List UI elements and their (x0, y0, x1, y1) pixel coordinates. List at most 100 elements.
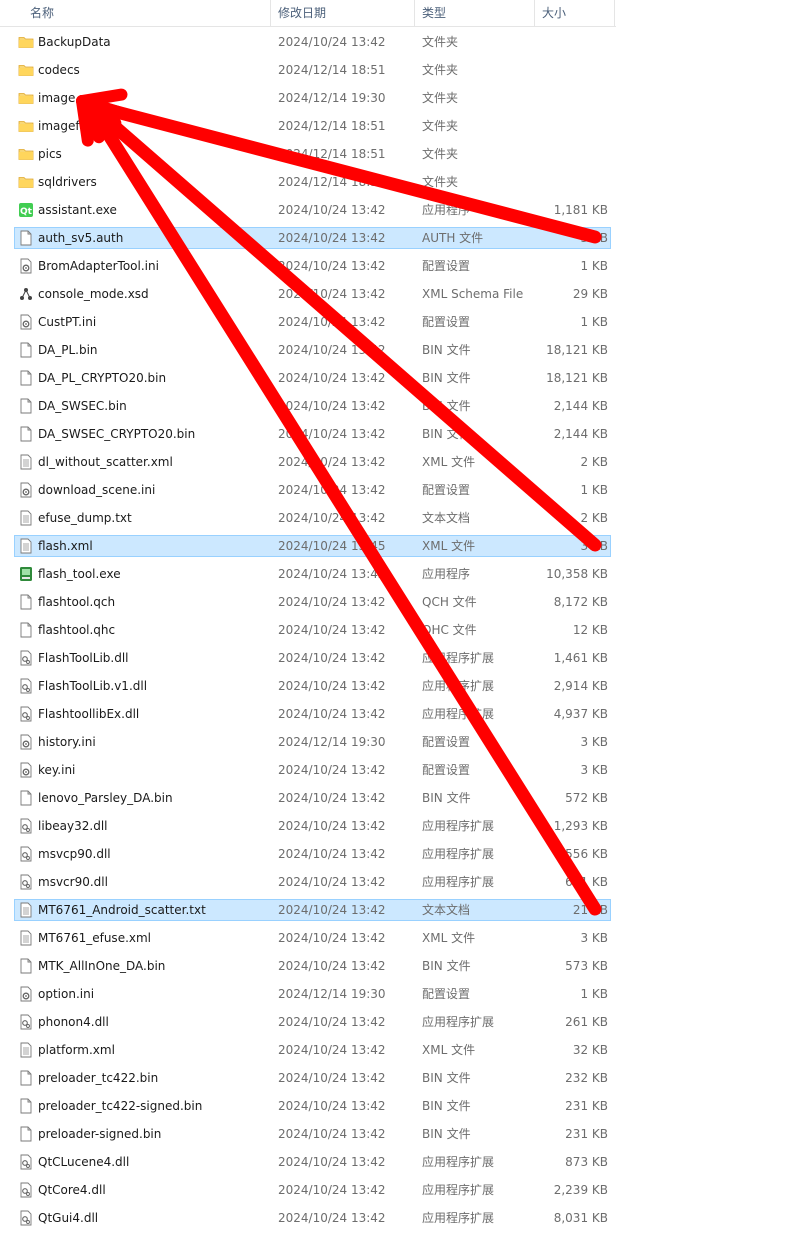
file-date: 2024/10/24 13:42 (278, 931, 386, 945)
file-size (535, 60, 608, 80)
file-name: FlashToolLib.dll (38, 651, 129, 665)
file-size: 573 KB (565, 959, 608, 973)
file-name: MT6761_Android_scatter.txt (38, 903, 206, 917)
file-date: 2024/10/24 13:42 (278, 1127, 386, 1141)
file-name: flash_tool.exe (38, 567, 121, 581)
file-type: 文件夹 (422, 63, 459, 77)
folder-row[interactable]: BackupData 2024/10/24 13:42 文件夹 (14, 31, 611, 53)
file-row[interactable]: MT6761_efuse.xml 2024/10/24 13:42 XML 文件 3 … (14, 927, 611, 949)
file-row[interactable]: QtCLucene4.dll 2024/10/24 13:42 应用程序扩展 873 … (14, 1151, 611, 1173)
file-date: 2024/10/24 13:42 (278, 259, 386, 273)
file-row[interactable]: auth_sv5.auth 2024/10/24 13:42 AUTH 文件 3 KB (14, 227, 611, 249)
text-file-icon (18, 510, 34, 526)
file-row[interactable]: msvcp90.dll 2024/10/24 13:42 应用程序扩展 556 KB (14, 843, 611, 865)
folder-row[interactable]: image 2024/12/14 19:30 文件夹 (14, 87, 611, 109)
file-row[interactable]: flashtool.qhc 2024/10/24 13:42 QHC 文件 12 KB (14, 619, 611, 641)
file-row[interactable]: preloader_tc422-signed.bin 2024/10/24 13:… (14, 1095, 611, 1117)
file-date: 2024/10/24 13:42 (278, 231, 386, 245)
file-name: efuse_dump.txt (38, 511, 132, 525)
file-type: BIN 文件 (422, 371, 471, 385)
file-date: 2024/10/24 13:42 (278, 1155, 386, 1169)
file-type: 文件夹 (422, 147, 459, 161)
file-row[interactable]: dl_without_scatter.xml 2024/10/24 13:42 XM… (14, 451, 611, 473)
file-row[interactable]: flashtool.qch 2024/10/24 13:42 QCH 文件 8,172… (14, 591, 611, 613)
dll-icon (18, 1210, 34, 1226)
column-divider[interactable] (614, 0, 615, 26)
file-size: 231 KB (565, 1127, 608, 1141)
file-icon (18, 790, 34, 806)
file-size: 232 KB (565, 1071, 608, 1085)
file-size: 18,121 KB (546, 343, 608, 357)
file-date: 2024/12/14 18:51 (278, 147, 386, 161)
file-type: 应用程序 (422, 567, 471, 581)
file-row[interactable]: phonon4.dll 2024/10/24 13:42 应用程序扩展 261 KB (14, 1011, 611, 1033)
file-row[interactable]: DA_SWSEC_CRYPTO20.bin 2024/10/24 13:42 BIN… (14, 423, 611, 445)
file-row[interactable]: preloader-signed.bin 2024/10/24 13:42 BIN … (14, 1123, 611, 1145)
folder-row[interactable]: sqldrivers 2024/12/14 18:51 文件夹 (14, 171, 611, 193)
settings-file-icon (18, 314, 34, 330)
file-date: 2024/12/14 19:30 (278, 987, 386, 1001)
file-row[interactable]: QtGui4.dll 2024/10/24 13:42 应用程序扩展 8,031 KB (14, 1207, 611, 1229)
file-row[interactable]: FlashToolLib.dll 2024/10/24 13:42 应用程序扩展 1,… (14, 647, 611, 669)
folder-row[interactable]: codecs 2024/12/14 18:51 文件夹 (14, 59, 611, 81)
column-name-label: 名称 (30, 6, 55, 20)
file-row[interactable]: FlashToolLib.v1.dll 2024/10/24 13:42 应用程序扩… (14, 675, 611, 697)
file-date: 2024/10/24 13:42 (278, 427, 386, 441)
column-type-label: 类型 (422, 6, 447, 20)
file-size: 556 KB (565, 847, 608, 861)
file-name: preloader_tc422-signed.bin (38, 1099, 203, 1113)
file-size: 12 KB (572, 623, 608, 637)
file-row[interactable]: libeay32.dll 2024/10/24 13:42 应用程序扩展 1,293 … (14, 815, 611, 837)
file-type: 文本文档 (422, 903, 471, 917)
file-row[interactable]: BromAdapterTool.ini 2024/10/24 13:42 配置设置 1… (14, 255, 611, 277)
file-row[interactable]: Qt assistant.exe 2024/10/24 13:42 应用程序 1,181… (14, 199, 611, 221)
file-row[interactable]: flash.xml 2024/10/24 13:45 XML 文件 3 KB (14, 535, 611, 557)
file-row[interactable]: history.ini 2024/12/14 19:30 配置设置 3 KB (14, 731, 611, 753)
file-name: option.ini (38, 987, 95, 1001)
file-row[interactable]: console_mode.xsd 2024/10/24 13:42 XML Sche… (14, 283, 611, 305)
file-type: QHC 文件 (422, 623, 477, 637)
file-row[interactable]: DA_SWSEC.bin 2024/10/24 13:42 BIN 文件 2,144 … (14, 395, 611, 417)
file-name: platform.xml (38, 1043, 115, 1057)
file-row[interactable]: CustPT.ini 2024/10/24 13:42 配置设置 1 KB (14, 311, 611, 333)
file-type: BIN 文件 (422, 1127, 471, 1141)
file-icon (18, 1098, 34, 1114)
file-type: 应用程序扩展 (422, 651, 495, 665)
file-size: 8,172 KB (553, 595, 608, 609)
folder-row[interactable]: imageformats 2024/12/14 18:51 文件夹 (14, 115, 611, 137)
dll-icon (18, 650, 34, 666)
folder-row[interactable]: pics 2024/12/14 18:51 文件夹 (14, 143, 611, 165)
file-row[interactable]: option.ini 2024/12/14 19:30 配置设置 1 KB (14, 983, 611, 1005)
file-name: flash.xml (38, 539, 93, 553)
file-row[interactable]: DA_PL_CRYPTO20.bin 2024/10/24 13:42 BIN 文件… (14, 367, 611, 389)
file-row[interactable]: preloader_tc422.bin 2024/10/24 13:42 BIN 文… (14, 1067, 611, 1089)
file-row[interactable]: msvcr90.dll 2024/10/24 13:42 应用程序扩展 641 KB (14, 871, 611, 893)
file-date: 2024/10/24 13:42 (278, 343, 386, 357)
file-date: 2024/10/24 13:45 (278, 539, 386, 553)
file-size: 1,461 KB (553, 651, 608, 665)
column-date[interactable]: 修改日期 (270, 0, 414, 26)
file-row[interactable]: download_scene.ini 2024/10/24 13:42 配置设置 1 … (14, 479, 611, 501)
file-type: XML 文件 (422, 455, 476, 469)
file-row[interactable]: FlashtoollibEx.dll 2024/10/24 13:42 应用程序扩展… (14, 703, 611, 725)
file-row[interactable]: lenovo_Parsley_DA.bin 2024/10/24 13:42 BIN… (14, 787, 611, 809)
column-size[interactable]: 大小 (534, 0, 614, 26)
folder-icon (18, 146, 34, 162)
file-date: 2024/10/24 13:42 (278, 819, 386, 833)
file-row[interactable]: flash_tool.exe 2024/10/24 13:42 应用程序 10,358… (14, 563, 611, 585)
file-type: 配置设置 (422, 735, 471, 749)
file-date: 2024/10/24 13:42 (278, 623, 386, 637)
file-icon (18, 622, 34, 638)
file-row[interactable]: DA_PL.bin 2024/10/24 13:42 BIN 文件 18,121 KB (14, 339, 611, 361)
folder-icon (18, 118, 34, 134)
file-row[interactable]: efuse_dump.txt 2024/10/24 13:42 文本文档 2 KB (14, 507, 611, 529)
file-name: history.ini (38, 735, 96, 749)
file-name: libeay32.dll (38, 819, 108, 833)
file-row[interactable]: key.ini 2024/10/24 13:42 配置设置 3 KB (14, 759, 611, 781)
file-row[interactable]: platform.xml 2024/10/24 13:42 XML 文件 32 KB (14, 1039, 611, 1061)
file-row[interactable]: MT6761_Android_scatter.txt 2024/10/24 13:… (14, 899, 611, 921)
file-icon (18, 398, 34, 414)
file-row[interactable]: QtCore4.dll 2024/10/24 13:42 应用程序扩展 2,239 K… (14, 1179, 611, 1201)
file-row[interactable]: MTK_AllInOne_DA.bin 2024/10/24 13:42 BIN 文… (14, 955, 611, 977)
column-type[interactable]: 类型 (414, 0, 534, 26)
